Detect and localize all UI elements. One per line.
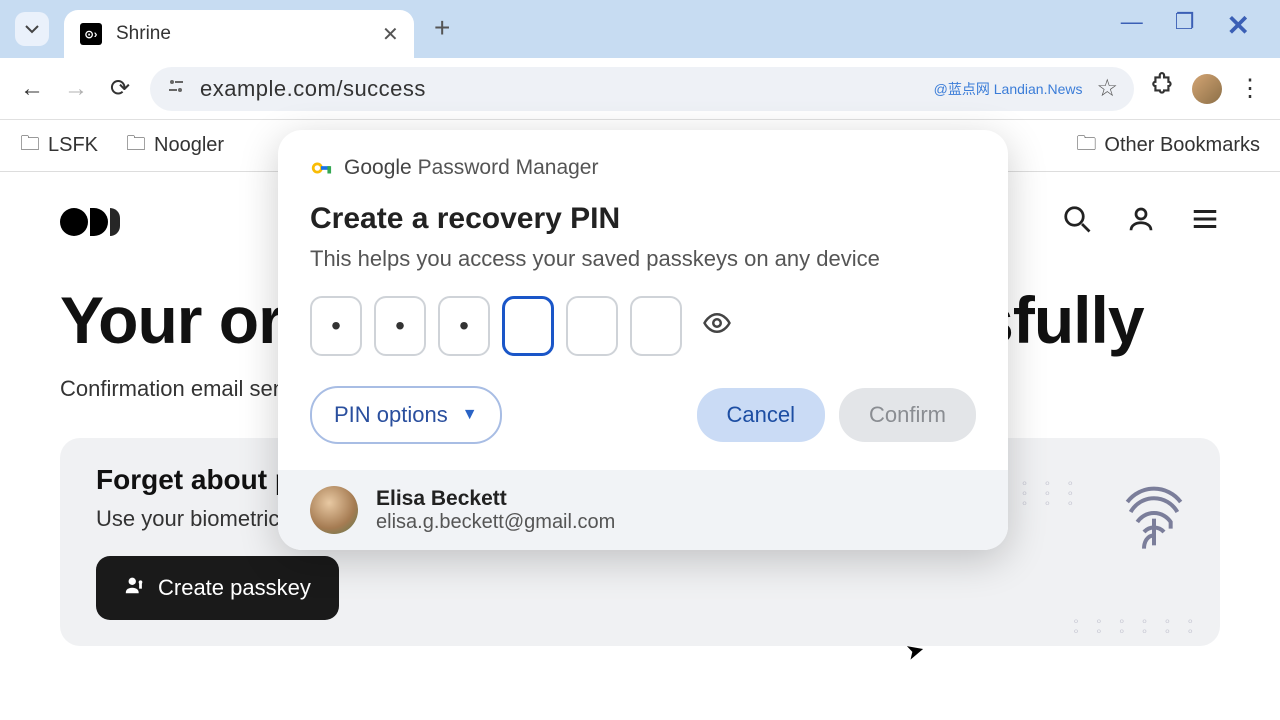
account-email: elisa.g.beckett@gmail.com	[376, 511, 615, 534]
bookmark-folder-lsfk[interactable]: 🗀 LSFK	[20, 129, 98, 163]
decorative-dots: ∘ ∘ ∘ ∘∘ ∘ ∘ ∘∘ ∘ ∘ ∘	[998, 478, 1080, 508]
minimize-button[interactable]: —	[1121, 9, 1143, 42]
account-footer[interactable]: Elisa Beckett elisa.g.beckett@gmail.com	[278, 470, 1008, 550]
back-button[interactable]: ←	[18, 75, 46, 103]
browser-tab[interactable]: ⊙› Shrine ✕	[64, 10, 414, 58]
browser-toolbar: ← → ⟳ example.com/success @蓝点网 Landian.N…	[0, 58, 1280, 120]
pin-options-button[interactable]: PIN options ▼	[310, 386, 502, 444]
modal-actions: PIN options ▼ Cancel Confirm	[310, 386, 976, 444]
folder-icon: 🗀	[1076, 129, 1096, 163]
url-text: example.com/success	[200, 76, 920, 102]
pin-digit-3[interactable]: •	[438, 296, 490, 356]
pin-input-row: • • •	[310, 296, 976, 356]
bookmark-folder-noogler[interactable]: 🗀 Noogler	[126, 129, 224, 163]
pin-digit-1[interactable]: •	[310, 296, 362, 356]
modal-brand: Google Password Manager	[310, 156, 976, 180]
other-bookmarks[interactable]: 🗀 Other Bookmarks	[1076, 129, 1260, 163]
site-settings-icon[interactable]	[166, 76, 186, 101]
new-tab-button[interactable]: +	[434, 12, 450, 44]
create-passkey-button[interactable]: Create passkey	[96, 556, 339, 620]
modal-title: Create a recovery PIN	[310, 202, 976, 236]
tab-close-button[interactable]: ✕	[382, 22, 398, 47]
folder-icon: 🗀	[20, 129, 40, 163]
password-manager-modal: Google Password Manager Create a recover…	[278, 130, 1008, 550]
chevron-down-icon: ▼	[462, 406, 478, 424]
toggle-visibility-icon[interactable]	[702, 308, 732, 345]
confirm-button[interactable]: Confirm	[839, 388, 976, 442]
fingerprint-icon	[1114, 482, 1194, 562]
profile-avatar[interactable]	[1192, 74, 1222, 104]
browser-tabstrip: ⊙› Shrine ✕ + — ❐ ✕	[0, 0, 1280, 58]
account-name: Elisa Beckett	[376, 487, 615, 511]
decorative-dots: ∘ ∘ ∘ ∘ ∘ ∘∘ ∘ ∘ ∘ ∘ ∘	[1072, 616, 1200, 636]
browser-menu-button[interactable]: ⋮	[1238, 74, 1262, 103]
search-icon[interactable]	[1062, 204, 1092, 241]
cancel-button[interactable]: Cancel	[697, 388, 825, 442]
pin-digit-5[interactable]	[566, 296, 618, 356]
site-logo[interactable]	[60, 208, 120, 236]
pin-digit-6[interactable]	[630, 296, 682, 356]
account-avatar	[310, 486, 358, 534]
folder-icon: 🗀	[126, 129, 146, 163]
tab-title: Shrine	[116, 23, 368, 45]
maximize-button[interactable]: ❐	[1175, 9, 1195, 42]
address-bar[interactable]: example.com/success @蓝点网 Landian.News ☆	[150, 67, 1134, 111]
hamburger-menu-icon[interactable]	[1190, 204, 1220, 241]
pin-digit-2[interactable]: •	[374, 296, 426, 356]
extensions-icon[interactable]	[1150, 72, 1176, 105]
account-icon[interactable]	[1126, 204, 1156, 241]
tab-search-button[interactable]	[15, 12, 49, 46]
watermark-text: @蓝点网 Landian.News	[934, 79, 1083, 99]
window-controls: — ❐ ✕	[1121, 9, 1250, 42]
modal-description: This helps you access your saved passkey…	[310, 246, 976, 272]
reload-button[interactable]: ⟳	[106, 74, 134, 103]
tab-favicon-icon: ⊙›	[80, 23, 102, 45]
close-window-button[interactable]: ✕	[1227, 9, 1250, 42]
google-password-manager-icon	[310, 157, 332, 179]
passkey-icon	[124, 574, 146, 602]
pin-digit-4[interactable]	[502, 296, 554, 356]
create-passkey-label: Create passkey	[158, 575, 311, 601]
forward-button[interactable]: →	[62, 75, 90, 103]
bookmark-star-icon[interactable]: ☆	[1096, 74, 1118, 103]
